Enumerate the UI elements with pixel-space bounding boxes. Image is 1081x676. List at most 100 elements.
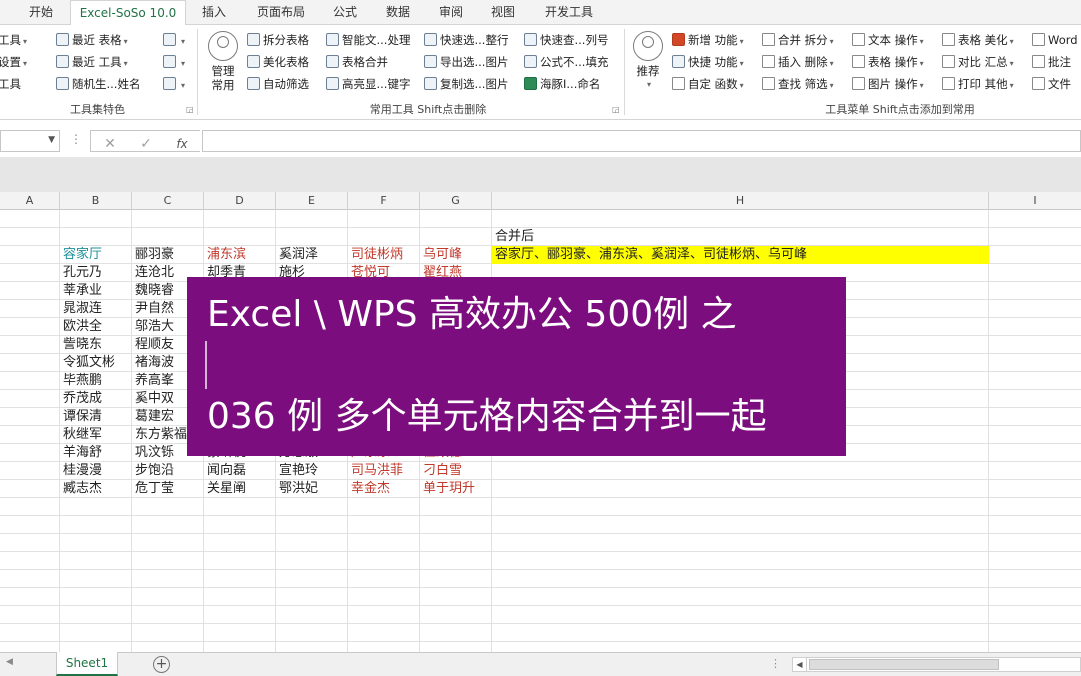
word-menu[interactable]: Word xyxy=(1032,30,1078,50)
column-header-d[interactable]: D xyxy=(204,192,276,210)
ribbon-btn-tools-1[interactable]: 工具 ▾ xyxy=(0,30,27,50)
split-table-button[interactable]: 拆分表格 xyxy=(247,30,309,50)
table-cell[interactable]: 谭保清 xyxy=(60,408,132,426)
table-cell[interactable]: 司徒彬炳 xyxy=(348,246,420,264)
table-cell[interactable]: 令狐文彬 xyxy=(60,354,132,372)
small-dropdown-1[interactable]: ▾ xyxy=(163,30,185,50)
print-other-menu[interactable]: 打印 其他 ▾ xyxy=(942,74,1014,94)
table-cell[interactable]: 晁淑连 xyxy=(60,300,132,318)
random-name-button[interactable]: 随机生...姓名 xyxy=(56,74,140,94)
new-features-button[interactable]: 新增 功能 ▾ xyxy=(672,30,744,50)
column-header-f[interactable]: F xyxy=(348,192,420,210)
table-cell[interactable]: 羊海舒 xyxy=(60,444,132,462)
quick-lookup-column-button[interactable]: 快速查...列号 xyxy=(524,30,608,50)
smart-text-button[interactable]: 智能文...处理 xyxy=(326,30,410,50)
table-cell[interactable]: 刁白雪 xyxy=(420,462,492,480)
table-cell[interactable]: 浦东滨 xyxy=(204,246,276,264)
file-menu[interactable]: 文件 xyxy=(1032,74,1071,94)
table-cell[interactable]: 司马洪菲 xyxy=(348,462,420,480)
column-header-g[interactable]: G xyxy=(420,192,492,210)
column-header-h[interactable]: H xyxy=(492,192,989,210)
table-cell[interactable]: 欧洪全 xyxy=(60,318,132,336)
small-dropdown-2[interactable]: ▾ xyxy=(163,52,185,72)
column-header-i[interactable]: I xyxy=(989,192,1081,210)
formula-fill-button[interactable]: 公式不...填充 xyxy=(524,52,608,72)
quick-features-button[interactable]: 快捷 功能 ▾ xyxy=(672,52,744,72)
table-cell[interactable]: 危丁莹 xyxy=(132,480,204,498)
manage-common-button[interactable]: 管理 常用 xyxy=(204,31,242,92)
table-cell[interactable]: 鄂洪妃 xyxy=(276,480,348,498)
table-cell[interactable]: 奚润泽 xyxy=(276,246,348,264)
formula-input[interactable] xyxy=(202,130,1081,152)
dialog-launcher-icon[interactable]: ◲ xyxy=(186,105,194,114)
add-sheet-icon[interactable]: + xyxy=(153,656,170,673)
highlight-keyword-button[interactable]: 高亮显...键字 xyxy=(326,74,410,94)
tab-excel-soso[interactable]: Excel-SoSo 10.0 xyxy=(70,0,186,26)
name-box[interactable]: ▼ xyxy=(0,130,60,152)
table-cell[interactable]: 毕燕鹏 xyxy=(60,372,132,390)
scrollbar-thumb[interactable] xyxy=(809,659,999,670)
column-header-c[interactable]: C xyxy=(132,192,204,210)
copy-picture-button[interactable]: 复制选...图片 xyxy=(424,74,508,94)
merge-tables-button[interactable]: 表格合并 xyxy=(326,52,388,72)
tab-page-layout[interactable]: 页面布局 xyxy=(244,0,318,25)
custom-function-button[interactable]: 自定 函数 ▾ xyxy=(672,74,744,94)
table-cell[interactable]: 宣艳玲 xyxy=(276,462,348,480)
merge-split-menu[interactable]: 合并 拆分 ▾ xyxy=(762,30,834,50)
table-cell[interactable]: 步饱沿 xyxy=(132,462,204,480)
table-cell[interactable]: 幸金杰 xyxy=(348,480,420,498)
chevron-down-icon[interactable]: ▼ xyxy=(48,135,55,145)
tab-formulas[interactable]: 公式 xyxy=(322,0,368,25)
scroll-left-icon[interactable]: ◀ xyxy=(6,657,13,667)
table-cell[interactable]: 乌可峰 xyxy=(420,246,492,264)
table-cell[interactable]: 闻向磊 xyxy=(204,462,276,480)
beautify-table-button[interactable]: 美化表格 xyxy=(247,52,309,72)
ribbon-btn-settings[interactable]: 设置 ▾ xyxy=(0,52,27,72)
column-header-b[interactable]: B xyxy=(60,192,132,210)
tab-insert[interactable]: 插入 xyxy=(190,0,238,25)
table-cell[interactable]: 秋继军 xyxy=(60,426,132,444)
table-cell[interactable]: 关星阐 xyxy=(204,480,276,498)
more-icon[interactable]: ⋮ xyxy=(770,657,781,670)
recent-tools-button[interactable]: 最近 工具 ▾ xyxy=(56,52,128,72)
find-filter-menu[interactable]: 查找 筛选 ▾ xyxy=(762,74,834,94)
column-header-a[interactable]: A xyxy=(0,192,60,210)
cancel-icon[interactable]: ✕ xyxy=(97,134,123,154)
tab-data[interactable]: 数据 xyxy=(374,0,422,25)
table-cell[interactable]: 孔元乃 xyxy=(60,264,132,282)
table-cell[interactable]: 容家厅 xyxy=(60,246,132,264)
merged-result-cell[interactable]: 容家厅、郦羽豪、浦东滨、奚润泽、司徒彬炳、乌可峰 xyxy=(492,246,989,264)
auto-filter-button[interactable]: 自动筛选 xyxy=(247,74,309,94)
table-cell[interactable]: 单于玥升 xyxy=(420,480,492,498)
small-dropdown-3[interactable]: ▾ xyxy=(163,74,185,94)
table-ops-menu[interactable]: 表格 操作 ▾ xyxy=(852,52,924,72)
comment-menu[interactable]: 批注 xyxy=(1032,52,1071,72)
scroll-left-icon[interactable]: ◀ xyxy=(793,658,807,671)
enter-icon[interactable]: ✓ xyxy=(133,134,159,154)
ribbon-btn-tools-2[interactable]: 工具 xyxy=(0,74,21,94)
insert-function-icon[interactable]: fx xyxy=(169,134,195,154)
tab-review[interactable]: 审阅 xyxy=(428,0,474,25)
recent-tables-button[interactable]: 最近 表格 ▾ xyxy=(56,30,128,50)
table-cell[interactable]: 莘承业 xyxy=(60,282,132,300)
table-cell[interactable]: 訾晓东 xyxy=(60,336,132,354)
picture-ops-menu[interactable]: 图片 操作 ▾ xyxy=(852,74,924,94)
tab-developer[interactable]: 开发工具 xyxy=(534,0,604,25)
quick-select-row-button[interactable]: 快速选...整行 xyxy=(424,30,508,50)
tab-home[interactable]: 开始 xyxy=(16,0,66,25)
table-cell[interactable]: 郦羽豪 xyxy=(132,246,204,264)
column-header-e[interactable]: E xyxy=(276,192,348,210)
horizontal-scrollbar[interactable]: ◀ xyxy=(792,657,1081,672)
compare-summary-menu[interactable]: 对比 汇总 ▾ xyxy=(942,52,1014,72)
insert-delete-menu[interactable]: 插入 删除 ▾ xyxy=(762,52,834,72)
tab-view[interactable]: 视图 xyxy=(480,0,526,25)
table-cell[interactable]: 桂漫漫 xyxy=(60,462,132,480)
recommend-button[interactable]: 推荐 ▾ xyxy=(631,31,665,92)
sheet-tab-sheet1[interactable]: Sheet1 xyxy=(56,652,118,676)
dolphin-naming-button[interactable]: 海豚I...命名 xyxy=(524,74,600,94)
table-beautify-menu[interactable]: 表格 美化 ▾ xyxy=(942,30,1014,50)
merged-result-label[interactable]: 合并后 xyxy=(492,228,534,246)
text-ops-menu[interactable]: 文本 操作 ▾ xyxy=(852,30,924,50)
export-picture-button[interactable]: 导出选...图片 xyxy=(424,52,508,72)
table-cell[interactable]: 乔茂成 xyxy=(60,390,132,408)
